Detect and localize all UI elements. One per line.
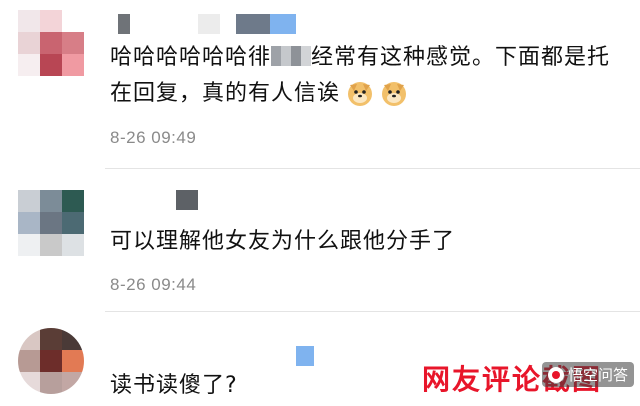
comment-item: 哈哈哈哈哈哈徘 经常有这种感觉。下面都是托在回复，真的有人信诶 8-26 09:4…	[0, 0, 640, 170]
comment-text-part: 哈哈哈哈哈哈徘	[110, 45, 272, 70]
comment-item: 可以理解他女友为什么跟他分手了 8-26 09:44	[0, 170, 640, 310]
wukong-logo-icon	[547, 366, 564, 383]
comment-text: 可以理解他女友为什么跟他分手了	[110, 229, 456, 254]
username-blurred[interactable]	[110, 14, 310, 36]
watermark-badge: 悟空问答	[541, 362, 634, 387]
avatar[interactable]	[18, 328, 84, 394]
watermark-badge-label: 悟空问答	[567, 366, 628, 384]
comment-timestamp: 8-26 09:49	[110, 128, 197, 147]
avatar[interactable]	[18, 10, 84, 76]
doge-emoji-icon	[346, 79, 374, 119]
watermark: 网友评论截图 悟空问答	[422, 358, 634, 398]
doge-emoji-icon	[380, 79, 408, 119]
comment-text: 哈哈哈哈哈哈徘 经常有这种感觉。下面都是托在回复，真的有人信诶	[110, 40, 620, 119]
username-blurred[interactable]	[110, 190, 230, 212]
censored-mosaic	[271, 46, 312, 66]
divider	[105, 168, 640, 169]
comment-timestamp: 8-26 09:44	[110, 275, 197, 294]
username-blurred[interactable]	[110, 346, 330, 368]
avatar[interactable]	[18, 190, 84, 256]
